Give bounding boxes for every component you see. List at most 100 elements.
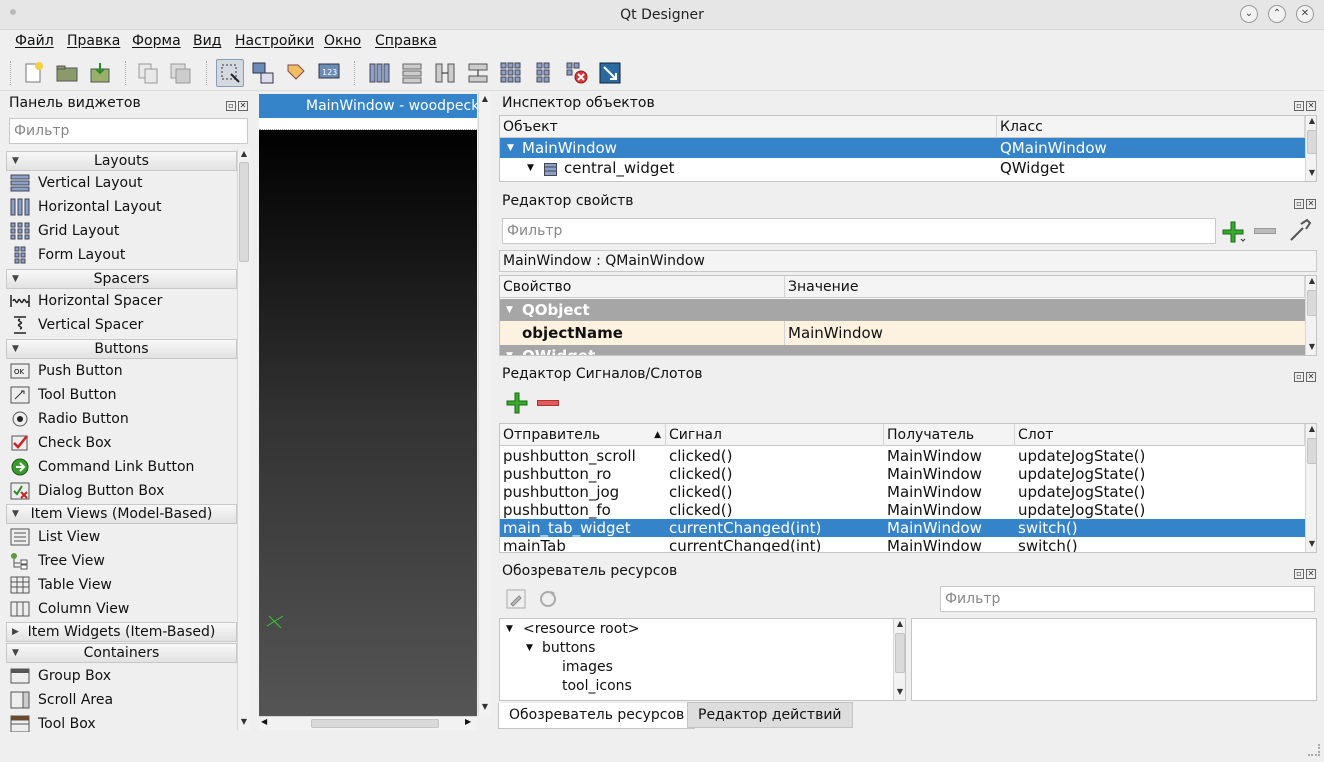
widget-tool-box[interactable]: Tool Box bbox=[10, 712, 96, 732]
menu-settings[interactable]: Настройки bbox=[235, 33, 314, 49]
connection-row[interactable]: mainTab currentChanged(int) MainWindow swit… bbox=[500, 537, 1305, 552]
edit-buddies-icon[interactable] bbox=[284, 61, 308, 85]
widget-form-layout[interactable]: Form Layout bbox=[10, 243, 125, 267]
close-dock-icon[interactable]: ✕ bbox=[238, 101, 248, 111]
property-table-scrollbar[interactable]: ▲ ▼ bbox=[1305, 276, 1316, 355]
edit-widgets-icon[interactable] bbox=[216, 59, 244, 87]
size-grip[interactable] bbox=[1308, 744, 1320, 756]
form-v-scrollbar[interactable]: ▲ ▼ bbox=[478, 92, 491, 716]
close-dock-icon[interactable]: ✕ bbox=[1306, 101, 1316, 111]
widget-list-view[interactable]: List View bbox=[10, 525, 100, 549]
property-group-qwidget[interactable]: ▼ QWidget bbox=[500, 345, 1305, 355]
category-layouts[interactable]: ▼ Layouts bbox=[6, 151, 237, 171]
signal-slot-dock-buttons[interactable]: ▫ ✕ bbox=[1292, 367, 1316, 382]
property-group-qobject[interactable]: ▼ QObject bbox=[500, 299, 1305, 321]
collapse-arrow-icon[interactable]: ▼ bbox=[506, 299, 513, 321]
resource-browser-dock-buttons[interactable]: ▫ ✕ bbox=[1292, 564, 1316, 579]
float-icon[interactable]: ▫ bbox=[226, 101, 236, 111]
copy-icon[interactable] bbox=[136, 61, 160, 85]
widget-tool-button[interactable]: Tool Button bbox=[10, 383, 117, 407]
widget-list-scrollbar[interactable]: ▲ ▼ bbox=[237, 149, 250, 730]
widget-column-view[interactable]: Column View bbox=[10, 597, 129, 621]
layout-v-splitter-icon[interactable] bbox=[466, 61, 490, 85]
close-button[interactable]: ✕ bbox=[1296, 5, 1314, 23]
col-sender[interactable]: Отправитель ▲ bbox=[500, 424, 666, 446]
col-receiver[interactable]: Получатель bbox=[884, 424, 1015, 446]
object-row-mainwindow[interactable]: ▼ MainWindow QMainWindow bbox=[500, 138, 1305, 158]
col-class[interactable]: Класс bbox=[997, 116, 1305, 138]
object-row-central-widget[interactable]: ▼ central_widget QWidget bbox=[500, 158, 1305, 178]
new-form-icon[interactable] bbox=[22, 61, 46, 85]
maximize-button[interactable]: ⌃ bbox=[1268, 5, 1286, 23]
category-item-widgets[interactable]: ▶ Item Widgets (Item-Based) bbox=[6, 622, 237, 642]
widget-dialog-button-box[interactable]: Dialog Button Box bbox=[10, 479, 164, 503]
add-property-icon[interactable] bbox=[1220, 219, 1246, 243]
col-slot[interactable]: Слот bbox=[1015, 424, 1305, 446]
connection-row[interactable]: pushbutton_scroll clicked() MainWindow upda… bbox=[500, 447, 1305, 465]
widget-vertical-spacer[interactable]: Vertical Spacer bbox=[10, 313, 143, 337]
col-property[interactable]: Свойство bbox=[500, 276, 785, 298]
connection-row[interactable]: pushbutton_jog clicked() MainWindow updateJ… bbox=[500, 483, 1305, 501]
resource-tool-icons[interactable]: tool_icons bbox=[500, 677, 894, 696]
resource-tree-scrollbar[interactable]: ▲ ▼ bbox=[893, 619, 905, 700]
col-value[interactable]: Значение bbox=[785, 276, 1305, 298]
tab-action-editor[interactable]: Редактор действий bbox=[687, 702, 853, 728]
layout-grid-icon[interactable] bbox=[499, 61, 523, 85]
edit-tab-order-icon[interactable]: 123 bbox=[317, 61, 341, 85]
layout-vertical-icon[interactable] bbox=[400, 61, 424, 85]
property-filter-input[interactable]: Фильтр bbox=[502, 218, 1216, 244]
reload-icon[interactable] bbox=[537, 588, 559, 610]
close-dock-icon[interactable]: ✕ bbox=[1306, 569, 1316, 579]
collapse-arrow-icon[interactable]: ▼ bbox=[506, 620, 513, 638]
minimize-button[interactable]: ⌄ bbox=[1240, 5, 1258, 23]
form-h-scrollbar[interactable]: ◀ ▶ bbox=[259, 716, 477, 730]
close-dock-icon[interactable]: ✕ bbox=[1306, 199, 1316, 209]
close-dock-icon[interactable]: ✕ bbox=[1306, 372, 1316, 382]
property-row-objectname[interactable]: objectName MainWindow bbox=[500, 321, 1305, 345]
configure-icon[interactable] bbox=[1287, 218, 1313, 244]
remove-property-icon[interactable] bbox=[1254, 228, 1276, 234]
col-signal[interactable]: Сигнал bbox=[666, 424, 884, 446]
open-form-icon[interactable] bbox=[55, 61, 79, 85]
collapse-arrow-icon[interactable]: ▼ bbox=[507, 138, 514, 158]
category-containers[interactable]: ▼ Containers bbox=[6, 643, 237, 663]
float-icon[interactable]: ▫ bbox=[1294, 372, 1304, 382]
resource-buttons[interactable]: ▼ buttons bbox=[500, 639, 894, 658]
property-editor-dock-buttons[interactable]: ▫ ✕ bbox=[1292, 194, 1316, 209]
widget-scroll-area[interactable]: Scroll Area bbox=[10, 688, 113, 712]
widget-horizontal-layout[interactable]: Horizontal Layout bbox=[10, 195, 162, 219]
col-object[interactable]: Объект bbox=[500, 116, 997, 138]
add-connection-icon[interactable] bbox=[505, 391, 529, 415]
widget-tree-view[interactable]: Tree View bbox=[10, 549, 105, 573]
widget-box-dock-buttons[interactable]: ▫ ✕ bbox=[224, 96, 248, 111]
object-inspector-dock-buttons[interactable]: ▫ ✕ bbox=[1292, 96, 1316, 111]
resource-images[interactable]: images bbox=[500, 658, 894, 677]
form-canvas[interactable] bbox=[259, 130, 477, 716]
widget-radio-button[interactable]: Radio Button bbox=[10, 407, 129, 431]
collapse-arrow-icon[interactable]: ▼ bbox=[527, 158, 534, 178]
adjust-size-icon[interactable] bbox=[598, 61, 622, 85]
collapse-arrow-icon[interactable]: ▼ bbox=[526, 639, 533, 657]
layout-form-icon[interactable] bbox=[532, 61, 556, 85]
connection-row[interactable]: pushbutton_ro clicked() MainWindow updateJo… bbox=[500, 465, 1305, 483]
tab-resource-browser[interactable]: Обозреватель ресурсов bbox=[498, 703, 696, 729]
float-icon[interactable]: ▫ bbox=[1294, 199, 1304, 209]
remove-connection-icon[interactable] bbox=[537, 400, 559, 406]
menu-form[interactable]: Форма bbox=[132, 33, 181, 49]
category-buttons[interactable]: ▼ Buttons bbox=[6, 339, 237, 359]
widget-push-button[interactable]: OK Push Button bbox=[10, 359, 123, 383]
break-layout-icon[interactable] bbox=[565, 61, 589, 85]
widget-filter-input[interactable]: Фильтр bbox=[9, 118, 248, 144]
edit-signals-slots-icon[interactable] bbox=[251, 61, 275, 85]
menu-file[interactable]: Файл bbox=[15, 33, 54, 49]
object-tree-scrollbar[interactable]: ▲ ▼ bbox=[1305, 116, 1316, 181]
widget-group-box[interactable]: Group Box bbox=[10, 664, 111, 688]
menu-edit[interactable]: Правка bbox=[67, 33, 120, 49]
menu-help[interactable]: Справка bbox=[375, 33, 437, 49]
connection-row[interactable]: pushbutton_fo clicked() MainWindow updateJo… bbox=[500, 501, 1305, 519]
connection-row[interactable]: main_tab_widget currentChanged(int) MainWi… bbox=[500, 519, 1305, 537]
layout-h-splitter-icon[interactable] bbox=[433, 61, 457, 85]
category-item-views[interactable]: ▼ Item Views (Model-Based) bbox=[6, 504, 237, 524]
form-window-title[interactable]: MainWindow - woodpeck bbox=[259, 94, 477, 118]
resource-root[interactable]: ▼ <resource root> bbox=[500, 620, 894, 639]
